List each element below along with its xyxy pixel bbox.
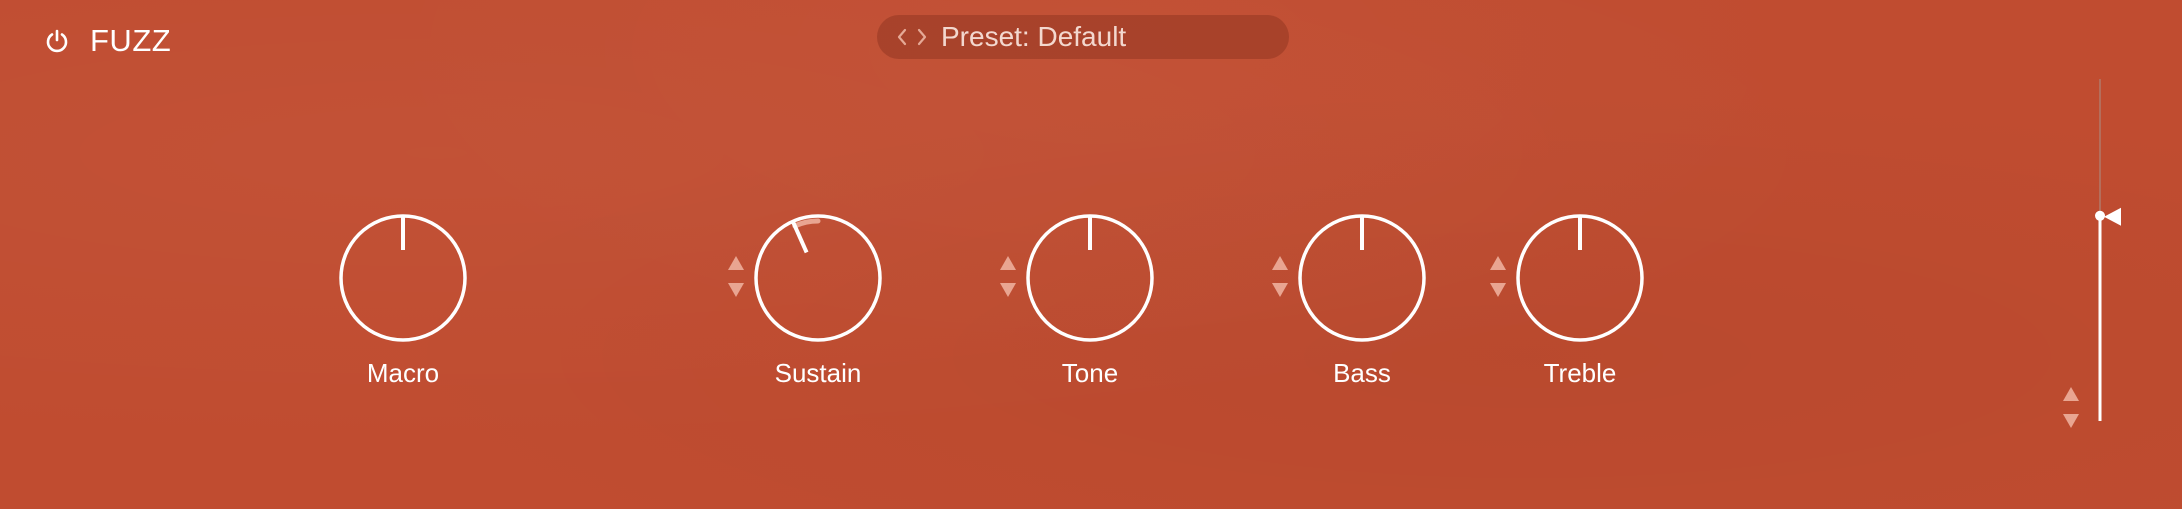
power-button[interactable]	[42, 26, 72, 56]
knob-tone-dial[interactable]	[1020, 208, 1160, 348]
up-down-arrows-icon	[728, 256, 744, 297]
knob-sustain-label: Sustain	[774, 358, 862, 388]
knob-macro-dial[interactable]	[333, 208, 473, 348]
knob-bass-dial[interactable]	[1292, 208, 1432, 348]
plugin-title: FUZZ	[90, 23, 172, 58]
chevron-left-icon	[897, 28, 907, 46]
preset-next-button[interactable]	[913, 22, 931, 52]
knob-bass-label: Bass	[1333, 358, 1391, 388]
chevron-right-icon	[917, 28, 927, 46]
up-down-arrows-icon	[2063, 387, 2079, 428]
knob-treble-label: Treble	[1543, 358, 1617, 388]
preset-name: Preset: Default	[941, 21, 1127, 52]
preset-nav	[893, 22, 931, 52]
output-level-fader[interactable]	[2090, 75, 2140, 425]
knob-sustain-dial[interactable]	[748, 208, 888, 348]
tone-modulation-arrows[interactable]	[996, 253, 1020, 303]
knob-tone-label: Tone	[1061, 358, 1119, 388]
up-down-arrows-icon	[1490, 256, 1506, 297]
plugin-header: FUZZ	[42, 20, 171, 62]
output-level-fader-track[interactable]	[2090, 75, 2140, 425]
bass-modulation-arrows[interactable]	[1268, 253, 1292, 303]
knob-sustain[interactable]: Sustain	[748, 208, 888, 388]
fader-thumb	[2095, 210, 2105, 221]
output-modulation-arrows[interactable]	[2059, 384, 2083, 434]
knob-treble-dial[interactable]	[1510, 208, 1650, 348]
up-down-arrows-icon	[1000, 256, 1016, 297]
knob-ring	[754, 214, 882, 342]
up-down-arrows-icon	[1272, 256, 1288, 297]
knob-macro[interactable]: Macro	[333, 208, 473, 388]
knob-tone[interactable]: Tone	[1020, 208, 1160, 388]
knob-value-arc	[792, 218, 821, 229]
power-icon	[46, 29, 68, 53]
sustain-modulation-arrows[interactable]	[724, 253, 748, 303]
preset-selector[interactable]: Preset: Default	[877, 15, 1289, 59]
preset-previous-button[interactable]	[893, 22, 911, 52]
fuzz-plugin-panel: FUZZ Preset: Default Macro Sustain Tone …	[0, 0, 2182, 509]
knob-macro-label: Macro	[366, 358, 440, 388]
knob-treble[interactable]: Treble	[1510, 208, 1650, 388]
fader-pointer-icon	[2104, 207, 2121, 226]
treble-modulation-arrows[interactable]	[1486, 253, 1510, 303]
knob-bass[interactable]: Bass	[1292, 208, 1432, 388]
